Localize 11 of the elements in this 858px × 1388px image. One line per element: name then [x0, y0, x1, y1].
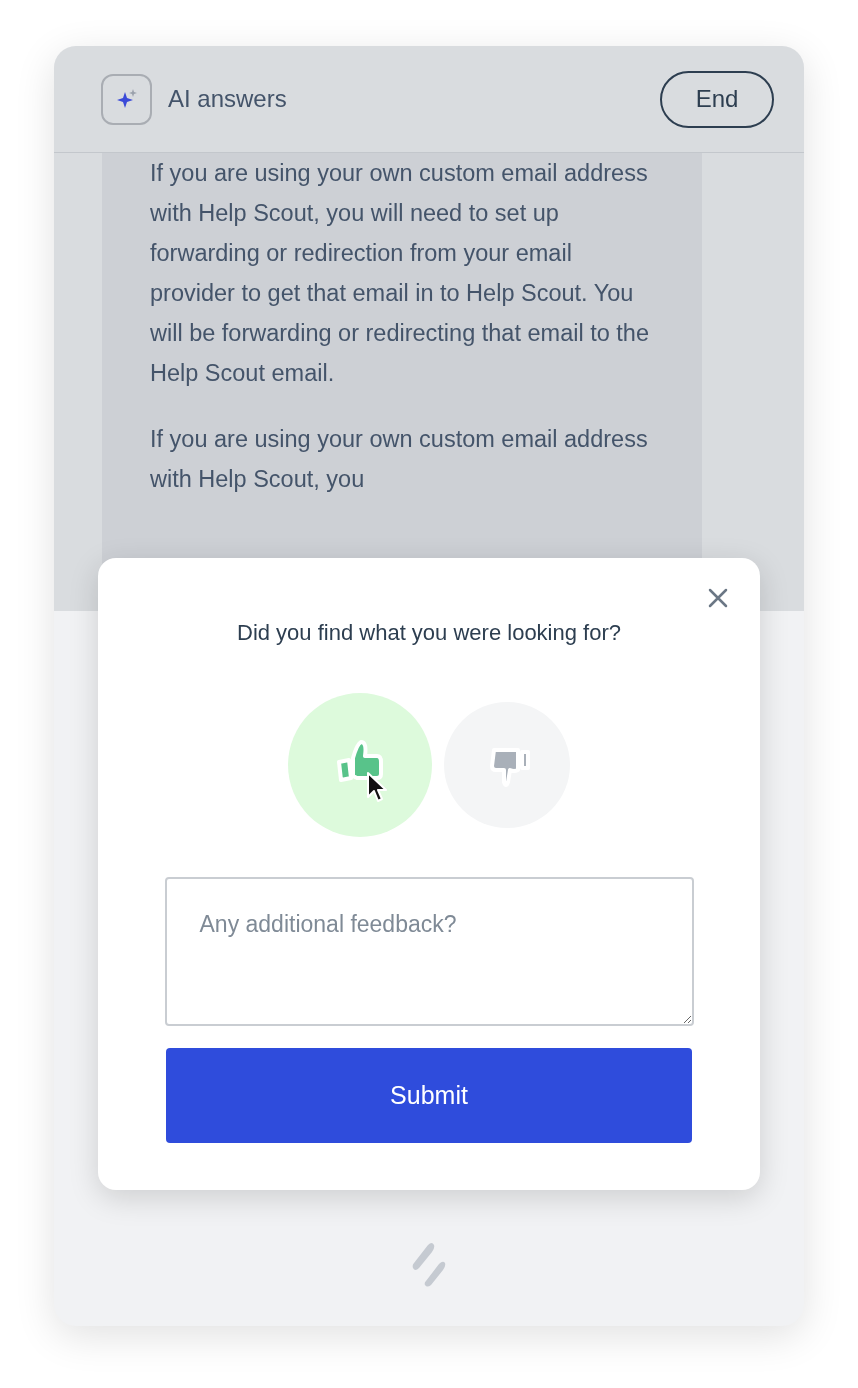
message-paragraph: If you are using your own custom email address with Help Scout, you will need to set up forwarding or redirection from your email provider to get that email in to Help Scout. You will be forwarding or redirecting that email to the Help Scout email.	[150, 159, 650, 388]
chat-title: AI answers	[168, 84, 287, 114]
logo-icon	[410, 1241, 448, 1287]
feedback-question: Did you find what you were looking for?	[237, 619, 621, 647]
sparkle-icon	[101, 73, 152, 125]
cursor-icon	[366, 771, 388, 805]
submit-button[interactable]: Submit	[166, 1048, 692, 1143]
message-paragraph: If you are using your own custom email address with Help Scout, you	[150, 425, 649, 494]
feedback-field[interactable]: Any additional feedback?	[164, 877, 694, 1026]
close-icon[interactable]	[706, 586, 730, 610]
end-button[interactable]: End	[660, 70, 774, 128]
